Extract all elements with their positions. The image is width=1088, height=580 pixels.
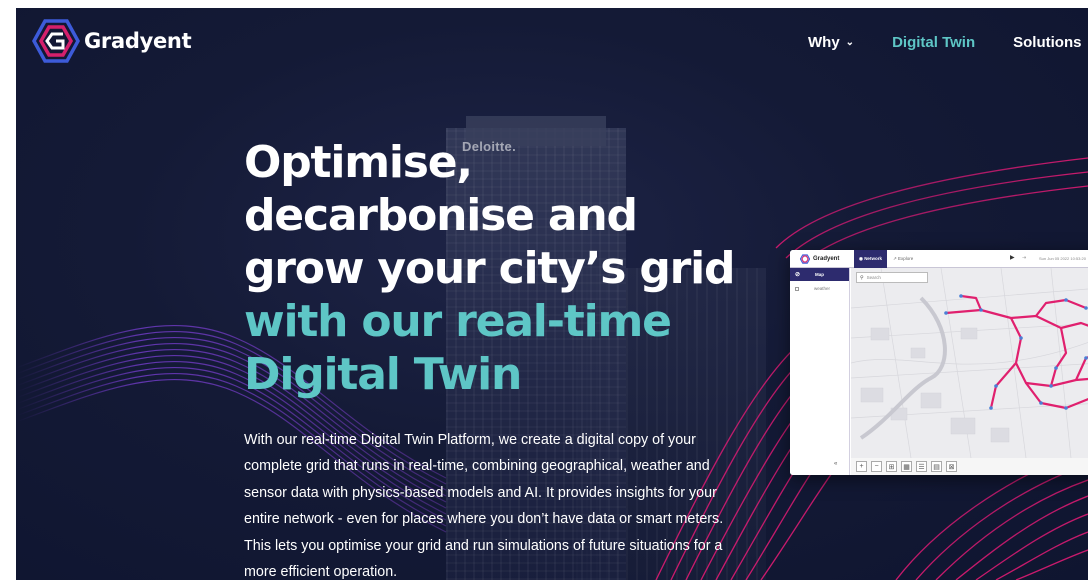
app-preview-tab-label: Explore (897, 256, 914, 261)
select-icon: ⊠ (946, 461, 957, 472)
nav-item-label: Why (808, 34, 840, 51)
layers-icon: ▤ (931, 461, 942, 472)
hero-description: With our real-time Digital Twin Platform… (244, 427, 754, 580)
brand-name: Gradyent (84, 29, 192, 53)
app-preview-layer-row: weather (795, 286, 849, 291)
hero-description-line: more efficient operation. (244, 564, 398, 580)
chevron-down-icon: ⌄ (845, 37, 855, 48)
gradyent-logo-icon (800, 253, 810, 264)
nav-item-solutions[interactable]: Solutions ⌄ (1013, 34, 1088, 51)
app-preview-layer-label: weather (814, 286, 831, 291)
zoom-out-icon: − (871, 461, 882, 472)
hero-section: Optimise, decarbonise and grow your city… (244, 136, 764, 580)
gradyent-logo-icon (32, 19, 80, 63)
app-preview-sidebar-header: ⊘ Map (790, 268, 849, 281)
nav-item-label: Digital Twin (892, 34, 976, 51)
app-preview-brand: Gradyent (813, 255, 840, 262)
hero-description-line: entire network - even for places where y… (244, 511, 724, 528)
checkbox-icon (795, 286, 799, 291)
nav-item-label: Solutions (1013, 34, 1082, 51)
hero-description-line: With our real-time Digital Twin Platform… (244, 432, 696, 448)
site-header: Gradyent Why ⌄ Digital Twin Solutions ⌄ (16, 8, 1088, 78)
app-preview-toolbar: + − ⊞ ▦ ☰ ▤ ⊠ (851, 458, 1088, 475)
hero-title-accent: with our real-time (244, 296, 672, 347)
layers-icon: ⊘ (795, 272, 801, 278)
app-preview-map: ⚲ Search (851, 268, 1088, 458)
nav-item-digital-twin[interactable]: Digital Twin (892, 34, 975, 51)
hero-title-line: Optimise, (244, 137, 473, 188)
list-icon: ☰ (916, 461, 927, 472)
app-preview-search: ⚲ Search (856, 272, 928, 283)
hero-description-line: complete grid that runs in real-time, co… (244, 458, 710, 475)
app-preview-sidebar-title: Map (815, 272, 825, 277)
hero-description-line: sensor data with physics-based models an… (244, 484, 717, 501)
grid-icon: ⊞ (886, 461, 897, 472)
app-preview-sidebar: ⊘ Map weather « (790, 268, 850, 475)
hero-title-line: decarbonise and (244, 190, 638, 241)
hero-description-line: This lets you optimise your grid and run… (244, 537, 723, 554)
app-preview-tab-label: Network (864, 256, 882, 261)
nav-item-why[interactable]: Why ⌄ (808, 34, 854, 51)
zoom-in-icon: + (856, 461, 867, 472)
city-map-network (851, 268, 1088, 458)
brand-logo[interactable]: Gradyent (32, 19, 192, 63)
app-preview-screenshot: Gradyent ◉ Network ↗ Explore ▶ ⇥ Sun Jun… (790, 250, 1088, 475)
buildings-icon: ▦ (901, 461, 912, 472)
double-chevron-left-icon: « (834, 461, 838, 467)
app-preview-date: Sun Jun 05 2022 10:53:20 (1039, 256, 1086, 261)
main-nav: Why ⌄ Digital Twin Solutions ⌄ (808, 34, 1088, 51)
app-preview-tab-network: ◉ Network (854, 250, 887, 268)
play-icon: ▶ (1010, 255, 1015, 261)
hero-title-accent: Digital Twin (244, 349, 522, 400)
hero-title: Optimise, decarbonise and grow your city… (244, 136, 764, 401)
app-preview-tab-explore: ↗ Explore (887, 250, 919, 268)
app-preview-logo: Gradyent (800, 253, 852, 264)
hero-title-line: grow your city’s grid (244, 243, 736, 294)
skip-icon: ⇥ (1022, 255, 1027, 261)
page: Deloitte. Gradyent Why ⌄ Digital Twin So… (16, 8, 1088, 580)
app-preview-topbar: Gradyent ◉ Network ↗ Explore ▶ ⇥ Sun Jun… (790, 250, 1088, 268)
app-preview-search-placeholder: Search (866, 275, 881, 280)
search-icon: ⚲ (860, 274, 864, 281)
